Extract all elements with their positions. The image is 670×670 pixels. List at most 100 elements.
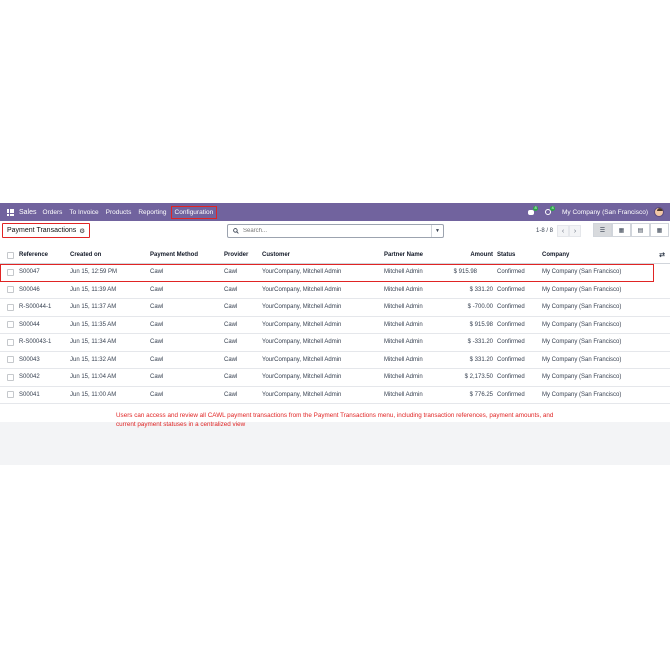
header-amount[interactable]: Amount: [470, 252, 493, 258]
cell-provider: Cawl: [224, 356, 238, 363]
header-partner-name[interactable]: Partner Name: [384, 252, 423, 258]
messages-badge: 8: [533, 205, 539, 211]
cell-amount: $ 331.20: [469, 356, 493, 363]
table-header: Reference Created on Payment Method Prov…: [0, 247, 670, 264]
cell-provider: Cawl: [224, 391, 238, 398]
cell-status: Confirmed: [497, 286, 525, 293]
cell-partner-name: Mitchell Admin: [384, 339, 423, 346]
cell-status: Confirmed: [497, 304, 525, 311]
cell-status: Confirmed: [497, 269, 525, 276]
cell-company: My Company (San Francisco): [542, 269, 622, 276]
cell-status: Confirmed: [497, 356, 525, 363]
cell-payment-method: Cawl: [150, 374, 164, 381]
select-all-checkbox[interactable]: [7, 251, 14, 259]
cell-customer: YourCompany, Mitchell Admin: [262, 269, 342, 276]
nav-products[interactable]: Products: [106, 209, 132, 216]
header-created-on[interactable]: Created on: [70, 252, 101, 258]
control-panel: Payment Transactions ⚙ ▼ 1-8 / 8 ‹ › ☰ ▦…: [0, 221, 670, 247]
header-company[interactable]: Company: [542, 252, 569, 258]
cell-reference: S00046: [19, 286, 40, 293]
transactions-table: Reference Created on Payment Method Prov…: [0, 247, 670, 404]
cell-customer: YourCompany, Mitchell Admin: [262, 391, 342, 398]
cell-company: My Company (San Francisco): [542, 304, 622, 311]
cell-payment-method: Cawl: [150, 304, 164, 311]
cell-payment-method: Cawl: [150, 339, 164, 346]
pager-next-chevron-right-icon[interactable]: ›: [569, 225, 582, 237]
cell-reference: S00044: [19, 321, 40, 328]
search-input[interactable]: [241, 228, 431, 234]
company-switcher[interactable]: My Company (San Francisco): [562, 209, 648, 216]
row-checkbox[interactable]: [7, 286, 14, 294]
header-provider[interactable]: Provider: [224, 252, 248, 258]
row-checkbox[interactable]: [7, 356, 14, 364]
cell-created-on: Jun 15, 11:04 AM: [70, 374, 117, 381]
cell-customer: YourCompany, Mitchell Admin: [262, 304, 342, 311]
graph-view-icon[interactable]: ▤: [631, 223, 650, 237]
user-avatar[interactable]: [654, 207, 664, 217]
cell-status: Confirmed: [497, 391, 525, 398]
gear-icon[interactable]: ⚙: [79, 227, 85, 235]
cell-partner-name: Mitchell Admin: [384, 269, 423, 276]
nav-orders[interactable]: Orders: [43, 209, 63, 216]
table-row[interactable]: S00044 Jun 15, 11:35 AM Cawl Cawl YourCompan…: [0, 317, 670, 334]
nav-reporting[interactable]: Reporting: [138, 209, 166, 216]
pager-previous-chevron-left-icon[interactable]: ‹: [557, 225, 570, 237]
row-checkbox[interactable]: [7, 373, 14, 381]
cell-company: My Company (San Francisco): [542, 339, 622, 346]
cell-customer: YourCompany, Mitchell Admin: [262, 286, 342, 293]
cell-status: Confirmed: [497, 339, 525, 346]
top-navbar: Sales Orders To Invoice Products Reporti…: [0, 203, 670, 221]
cell-reference: S00041: [19, 391, 40, 398]
cell-status: Confirmed: [497, 374, 525, 381]
nav-configuration[interactable]: Configuration: [170, 205, 218, 219]
table-row[interactable]: S00047 Jun 15, 12:59 PM Cawl Cawl YourCompan…: [0, 264, 654, 282]
table-row[interactable]: S00042 Jun 15, 11:04 AM Cawl Cawl YourCompan…: [0, 369, 670, 387]
header-customer[interactable]: Customer: [262, 252, 290, 258]
header-payment-method[interactable]: Payment Method: [150, 252, 198, 258]
cell-provider: Cawl: [224, 269, 238, 276]
table-row[interactable]: S00043 Jun 15, 11:32 AM Cawl Cawl YourCompan…: [0, 352, 670, 369]
cell-company: My Company (San Francisco): [542, 286, 622, 293]
row-checkbox[interactable]: [7, 303, 14, 311]
pager-value[interactable]: 1-8 / 8: [536, 228, 553, 234]
kanban-view-icon[interactable]: ▦: [612, 223, 631, 237]
row-checkbox[interactable]: [7, 391, 14, 399]
cell-partner-name: Mitchell Admin: [384, 374, 423, 381]
cell-amount: $ 776.25: [469, 391, 493, 398]
row-checkbox[interactable]: [7, 268, 14, 276]
cell-customer: YourCompany, Mitchell Admin: [262, 321, 342, 328]
activities-clock-icon[interactable]: 4: [545, 205, 556, 216]
table-row[interactable]: R-S00044-1 Jun 15, 11:37 AM Cawl Cawl YourCo…: [0, 299, 670, 317]
view-switcher: ☰ ▦ ▤ ▦: [593, 223, 669, 237]
cell-partner-name: Mitchell Admin: [384, 304, 423, 311]
cell-amount: $ 331.20: [469, 286, 493, 293]
header-status[interactable]: Status: [497, 252, 515, 258]
header-reference[interactable]: Reference: [19, 252, 48, 258]
app-name[interactable]: Sales: [19, 209, 37, 216]
cell-status: Confirmed: [497, 321, 525, 328]
breadcrumb: Payment Transactions ⚙: [2, 223, 91, 238]
nav-to-invoice[interactable]: To Invoice: [69, 209, 98, 216]
page-title: Payment Transactions: [7, 227, 77, 234]
optional-columns-icon[interactable]: ⇄: [659, 251, 665, 259]
table-row[interactable]: S00046 Jun 15, 11:39 AM Cawl Cawl YourCompan…: [0, 282, 670, 299]
row-checkbox[interactable]: [7, 321, 14, 329]
search-options-chevron-down-icon[interactable]: ▼: [431, 225, 443, 237]
row-checkbox[interactable]: [7, 338, 14, 346]
search-bar: ▼: [227, 224, 444, 238]
cell-amount: $ 915.98: [453, 269, 477, 276]
cell-payment-method: Cawl: [150, 391, 164, 398]
apps-grid-icon[interactable]: [7, 208, 14, 216]
cell-company: My Company (San Francisco): [542, 374, 622, 381]
table-row[interactable]: S00041 Jun 15, 11:00 AM Cawl Cawl YourCompan…: [0, 387, 670, 404]
messages-icon[interactable]: 8: [528, 205, 539, 216]
search-icon: [231, 228, 241, 234]
activities-badge: 4: [550, 205, 556, 211]
list-view-icon[interactable]: ☰: [593, 223, 612, 237]
cell-customer: YourCompany, Mitchell Admin: [262, 374, 342, 381]
cell-customer: YourCompany, Mitchell Admin: [262, 339, 342, 346]
pivot-view-icon[interactable]: ▦: [650, 223, 669, 237]
navbar-systray: 8 4 My Company (San Francisco): [528, 205, 670, 217]
cell-created-on: Jun 15, 11:39 AM: [70, 286, 117, 293]
table-row[interactable]: R-S00043-1 Jun 15, 11:34 AM Cawl Cawl YourCo…: [0, 334, 670, 352]
